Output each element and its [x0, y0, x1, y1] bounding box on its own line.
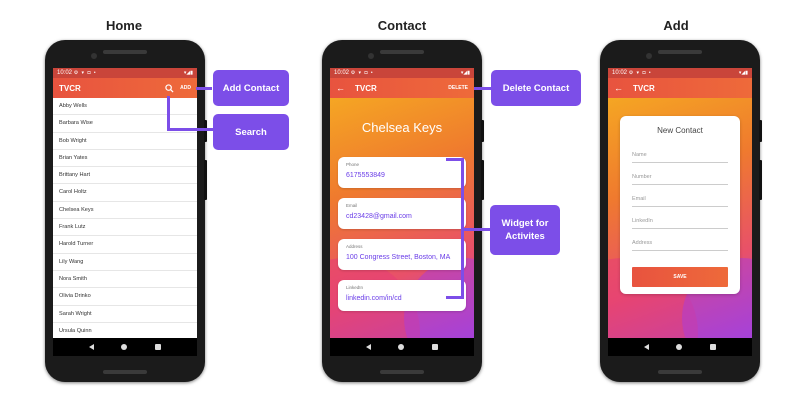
add-contact-callout: Add Contact [213, 70, 289, 106]
contact-list-item[interactable]: Carol Holtz [53, 184, 197, 202]
camera [91, 53, 97, 59]
home-app-bar: TVCR ADD [53, 78, 197, 98]
email-card[interactable]: Email cd23428@gmail.com [338, 198, 466, 229]
contact-heading: Contact [377, 18, 427, 33]
status-time: 10:02 [612, 70, 628, 76]
form-title: New Contact [657, 126, 703, 135]
name-field[interactable]: Name [632, 141, 728, 163]
nav-back-icon[interactable] [643, 344, 649, 350]
add-heading: Add [663, 18, 689, 33]
widget-bracket-bottom [446, 296, 464, 299]
app-title: TVCR [633, 83, 655, 93]
delete-button[interactable]: DELETE [448, 85, 468, 91]
contact-list-item[interactable]: Harold Turner [53, 236, 197, 254]
back-arrow-icon[interactable]: ← [614, 83, 623, 93]
contact-list-item[interactable]: Nora Smith [53, 271, 197, 289]
save-button[interactable]: SAVE [632, 267, 728, 287]
status-bar: 10:02 ⚙ ▾ ◘ • ▾◢▮ [53, 68, 197, 78]
phone-contact: 10:02 ⚙ ▾ ◘ • ▾◢▮ ← TVCR DELETE Chelsea … [322, 40, 484, 382]
nav-recents-icon[interactable] [432, 344, 439, 350]
nav-back-icon[interactable] [88, 344, 94, 350]
delete-contact-callout: Delete Contact [491, 70, 581, 106]
add-button[interactable]: ADD [180, 85, 191, 91]
contact-app-bar: ← TVCR DELETE [330, 78, 474, 98]
contact-list-item[interactable]: Bob Wright [53, 133, 197, 150]
status-time: 10:02 [57, 70, 73, 76]
home-heading: Home [105, 18, 143, 33]
android-nav-bar [330, 338, 474, 356]
back-arrow-icon[interactable]: ← [336, 83, 345, 93]
number-field[interactable]: Number [632, 163, 728, 185]
address-card[interactable]: Address 100 Congress Street, Boston, MA [338, 239, 466, 270]
contact-list: Abby Wells Barbara Wise Bob Wright Brian Ya… [53, 98, 197, 341]
widget-callout: Widget for Activites [490, 205, 560, 255]
status-bar: 10:02 ⚙ ▾ ◘ • ▾◢▮ [330, 68, 474, 78]
contact-list-item[interactable]: Abby Wells [53, 98, 197, 116]
address-field[interactable]: Address [632, 229, 728, 251]
field-value[interactable]: cd23428@gmail.com [346, 213, 458, 220]
nav-recents-icon[interactable] [710, 344, 717, 350]
contact-list-item[interactable]: Chelsea Keys [53, 202, 197, 220]
search-connector-vertical [167, 96, 170, 130]
signal-battery-icons: ▾◢▮ [183, 70, 193, 76]
home-screen: 10:02 ⚙ ▾ ◘ • ▾◢▮ TVCR ADD Abby Wells Bar… [53, 68, 197, 356]
contact-list-item[interactable]: Olivia Drinko [53, 288, 197, 306]
field-value[interactable]: 100 Congress Street, Boston, MA [346, 254, 458, 261]
notification-icons: ⚙ ▾ ◘ • [73, 70, 97, 76]
search-callout: Search [213, 114, 289, 150]
contact-screen: 10:02 ⚙ ▾ ◘ • ▾◢▮ ← TVCR DELETE Chelsea … [330, 68, 474, 356]
field-label: Phone [346, 162, 360, 167]
nav-home-icon[interactable] [121, 344, 128, 350]
app-title: TVCR [59, 83, 81, 93]
contact-list-item[interactable]: Lily Wang [53, 254, 197, 271]
phone-home: 10:02 ⚙ ▾ ◘ • ▾◢▮ TVCR ADD Abby Wells Bar… [45, 40, 207, 382]
phone-card[interactable]: Phone 6175553849 [338, 157, 466, 188]
contact-name: Chelsea Keys [361, 120, 443, 135]
add-app-bar: ← TVCR [608, 78, 752, 98]
field-value[interactable]: 6175553849 [346, 172, 458, 179]
nav-recents-icon[interactable] [155, 344, 162, 350]
app-title: TVCR [355, 83, 377, 93]
status-bar: 10:02 ⚙ ▾ ◘ • ▾◢▮ [608, 68, 752, 78]
android-nav-bar [608, 338, 752, 356]
linkedin-field[interactable]: LinkedIn [632, 207, 728, 229]
search-connector-horizontal [167, 128, 213, 131]
nav-home-icon[interactable] [676, 344, 683, 350]
add-screen: 10:02 ⚙ ▾ ◘ • ▾◢▮ ← TVCR New Contact Nam… [608, 68, 752, 356]
new-contact-form: New Contact Name Number Email LinkedIn A… [620, 116, 740, 294]
contact-list-item[interactable]: Sarah Wright [53, 306, 197, 323]
contact-list-item[interactable]: Brittany Hart [53, 167, 197, 185]
widget-callout-line2: Activites [505, 231, 545, 242]
nav-home-icon[interactable] [398, 344, 405, 350]
contact-list-item[interactable]: Frank Lutz [53, 219, 197, 237]
contact-list-item[interactable]: Brian Yates [53, 150, 197, 168]
earpiece [103, 50, 147, 54]
delete-contact-connector [474, 87, 492, 90]
widget-callout-line1: Widget for [501, 218, 549, 229]
search-icon[interactable] [165, 83, 174, 93]
field-label: Email [346, 203, 358, 208]
email-field[interactable]: Email [632, 185, 728, 207]
status-time: 10:02 [334, 70, 350, 76]
widget-connector [464, 228, 490, 231]
field-label: Address [346, 244, 363, 249]
add-contact-connector [196, 87, 212, 90]
field-label: LinkedIn [346, 285, 364, 290]
field-value[interactable]: linkedin.com/in/cd [346, 295, 458, 302]
phone-add: 10:02 ⚙ ▾ ◘ • ▾◢▮ ← TVCR New Contact Nam… [600, 40, 762, 382]
nav-back-icon[interactable] [365, 344, 371, 350]
android-nav-bar [53, 338, 197, 356]
